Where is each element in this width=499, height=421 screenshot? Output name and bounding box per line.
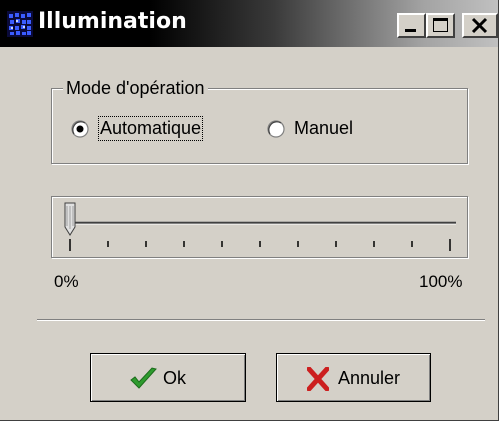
window-title: Illumination (38, 9, 187, 34)
radio-manuel[interactable] (267, 120, 285, 138)
slider-ticks (69, 239, 451, 251)
mode-group-legend: Mode d'opération (63, 78, 208, 99)
red-x-icon (307, 367, 329, 391)
minimize-icon (405, 29, 416, 32)
close-icon (471, 17, 488, 34)
radio-automatique[interactable] (71, 120, 89, 138)
cancel-button[interactable]: Annuler (276, 353, 431, 402)
maximize-button[interactable] (426, 13, 455, 38)
close-button[interactable] (462, 13, 498, 38)
ok-button[interactable]: Ok (90, 353, 246, 402)
slider-min-label: 0% (54, 272, 79, 291)
radio-manuel-label[interactable]: Manuel (294, 118, 353, 139)
maximize-icon (433, 18, 448, 32)
slider-max-label: 100% (419, 272, 463, 291)
slider-thumb[interactable] (64, 202, 76, 236)
illumination-grid-icon (7, 11, 33, 37)
radio-automatique-label[interactable]: Automatique (97, 116, 204, 141)
minimize-button[interactable] (397, 13, 426, 38)
checkmark-icon (130, 367, 157, 389)
separator (37, 319, 485, 321)
illumination-dialog: Illumination Mode d'opération Automatiqu… (0, 0, 499, 421)
title-bar[interactable]: Illumination (0, 0, 498, 47)
cancel-label: Annuler (338, 368, 401, 388)
illumination-slider[interactable] (52, 197, 466, 257)
ok-label: Ok (163, 368, 187, 388)
